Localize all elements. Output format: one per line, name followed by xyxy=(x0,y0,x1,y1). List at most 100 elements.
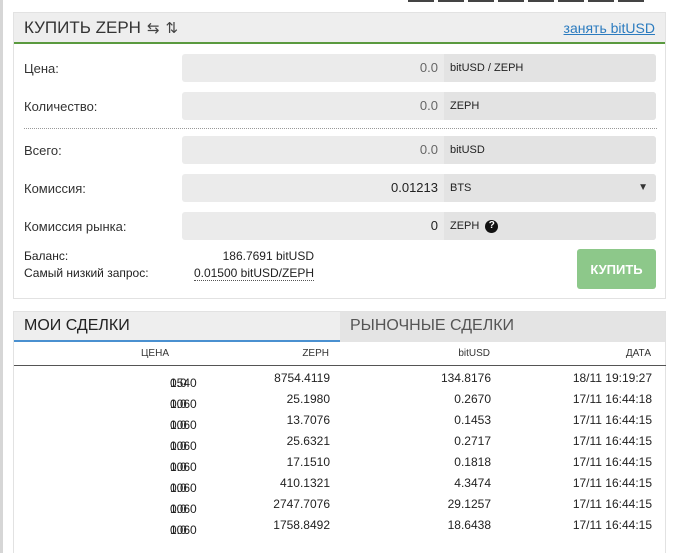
trade-bitusd: 0.1818 xyxy=(454,455,491,469)
table-row[interactable]: 0.0 1060 17.1510 0.1818 17/11 16:44:15 xyxy=(14,450,667,474)
trade-date: 17/11 16:44:15 xyxy=(572,518,652,532)
table-row[interactable]: 0.0 1060 25.6321 0.2717 17/11 16:44:15 xyxy=(14,429,667,453)
top-tab[interactable] xyxy=(438,0,464,2)
trade-zeph: 17.1510 xyxy=(286,455,330,469)
trade-date: 18/11 19:19:27 xyxy=(572,371,652,385)
lowest-ask-value[interactable]: 0.01500 bitUSD/ZEPH xyxy=(193,266,314,281)
balance-row: Баланс: 186.7691 bitUSD xyxy=(24,249,314,266)
balance-label: Баланс: xyxy=(24,249,69,263)
trade-bitusd: 0.1453 xyxy=(454,413,491,427)
price-label: Цена: xyxy=(24,61,59,76)
fee-input[interactable]: 0.01213 xyxy=(182,174,444,202)
col-price-header[interactable]: ЦЕНА xyxy=(141,348,169,359)
buy-header: КУПИТЬ ZEPH ⇆ ⇅ занять bitUSD xyxy=(14,13,665,44)
trade-date: 17/11 16:44:15 xyxy=(572,497,652,511)
borrow-link[interactable]: занять bitUSD xyxy=(564,20,655,36)
top-tab[interactable] xyxy=(468,0,494,2)
trade-zeph: 13.7076 xyxy=(286,413,330,427)
trades-panel: МОИ СДЕЛКИ РЫНОЧНЫЕ СДЕЛКИ ЦЕНА ZEPH bit… xyxy=(13,311,666,553)
lowest-ask-row: Самый низкий запрос: 0.01500 bitUSD/ZEPH xyxy=(24,266,314,283)
trade-zeph: 410.1321 xyxy=(279,476,330,490)
top-tab[interactable] xyxy=(588,0,614,2)
market-fee-label: Комиссия рынка: xyxy=(24,219,127,234)
buy-title: КУПИТЬ ZEPH ⇆ ⇅ xyxy=(24,18,178,38)
buy-panel: КУПИТЬ ZEPH ⇆ ⇅ занять bitUSD Цена: 0.0 … xyxy=(13,12,666,299)
tab-my-trades[interactable]: МОИ СДЕЛКИ xyxy=(14,312,340,342)
form-divider xyxy=(24,128,657,129)
buy-button[interactable]: КУПИТЬ xyxy=(577,249,656,289)
total-input[interactable]: 0.0 xyxy=(182,136,444,164)
market-fee-field: 0 ZEPH ? xyxy=(182,212,656,240)
table-row[interactable]: 0.0 1060 1758.8492 18.6438 17/11 16:44:15 xyxy=(14,513,667,537)
chevron-down-icon: ▼ xyxy=(638,182,648,193)
col-zeph-header[interactable]: ZEPH xyxy=(302,348,329,359)
market-fee-input: 0 xyxy=(430,218,438,233)
table-row[interactable]: 0.0 1060 2747.7076 29.1257 17/11 16:44:15 xyxy=(14,492,667,516)
top-tab[interactable] xyxy=(498,0,524,2)
table-row[interactable]: 0.0 1060 25.1980 0.2670 17/11 16:44:18 xyxy=(14,387,667,411)
trade-date: 17/11 16:44:15 xyxy=(572,434,652,448)
quantity-row: Количество: 0.0 ZEPH xyxy=(24,92,657,120)
trade-price-main: 1060 xyxy=(170,523,197,537)
top-tab[interactable] xyxy=(528,0,554,2)
exchange-page: КУПИТЬ ZEPH ⇆ ⇅ занять bitUSD Цена: 0.0 … xyxy=(0,0,675,553)
trade-bitusd: 18.6438 xyxy=(447,518,491,532)
quantity-input[interactable]: 0.0 xyxy=(182,92,444,120)
top-tab[interactable] xyxy=(408,0,434,2)
fee-asset-select[interactable]: BTS ▼ xyxy=(444,174,656,202)
total-unit: bitUSD xyxy=(444,136,656,164)
top-tab-strip xyxy=(408,0,644,3)
trade-bitusd: 0.2670 xyxy=(454,392,491,406)
quantity-label: Количество: xyxy=(24,99,98,114)
trade-zeph: 1758.8492 xyxy=(273,518,330,532)
trade-bitusd: 4.3474 xyxy=(454,476,491,490)
trade-date: 17/11 16:44:18 xyxy=(572,392,652,406)
trade-bitusd: 29.1257 xyxy=(447,497,491,511)
trade-rows: 0.0 1540 8754.4119 134.8176 18/11 19:19:27 0.… xyxy=(14,366,667,537)
trade-zeph: 8754.4119 xyxy=(274,371,330,385)
balance-value[interactable]: 186.7691 bitUSD xyxy=(223,249,314,263)
total-label: Всего: xyxy=(24,143,62,158)
price-unit: bitUSD / ZEPH xyxy=(444,54,656,82)
table-header: ЦЕНА ZEPH bitUSD ДАТА xyxy=(14,342,666,366)
balance-block: Баланс: 186.7691 bitUSD Самый низкий зап… xyxy=(24,249,314,283)
trade-bitusd: 0.2717 xyxy=(454,434,491,448)
trade-date: 17/11 16:44:15 xyxy=(572,476,652,490)
table-row[interactable]: 0.0 1060 410.1321 4.3474 17/11 16:44:15 xyxy=(14,471,667,495)
fee-asset-value: BTS xyxy=(450,182,472,194)
col-date-header[interactable]: ДАТА xyxy=(626,348,651,359)
help-icon[interactable]: ? xyxy=(485,219,499,233)
market-fee-unit: ZEPH ? xyxy=(444,212,656,240)
trade-zeph: 25.6321 xyxy=(286,434,330,448)
price-field: 0.0 bitUSD / ZEPH xyxy=(182,54,656,82)
top-tab[interactable] xyxy=(558,0,584,2)
sort-icon[interactable]: ⇅ xyxy=(166,19,179,37)
quantity-field: 0.0 ZEPH xyxy=(182,92,656,120)
total-field: 0.0 bitUSD xyxy=(182,136,656,164)
quantity-unit: ZEPH xyxy=(444,92,656,120)
table-row[interactable]: 0.0 1540 8754.4119 134.8176 18/11 19:19:27 xyxy=(14,366,667,390)
table-row[interactable]: 0.0 1060 13.7076 0.1453 17/11 16:44:15 xyxy=(14,408,667,432)
trade-bitusd: 134.8176 xyxy=(440,371,491,385)
fee-label: Комиссия: xyxy=(24,181,86,196)
trades-table: ЦЕНА ZEPH bitUSD ДАТА 0.0 1540 8754.4119 13… xyxy=(14,342,667,537)
price-input[interactable]: 0.0 xyxy=(182,54,444,82)
top-tab[interactable] xyxy=(618,0,644,2)
trade-tabs: МОИ СДЕЛКИ РЫНОЧНЫЕ СДЕЛКИ xyxy=(14,312,665,342)
total-row: Всего: 0.0 bitUSD xyxy=(24,136,657,164)
left-edge-divider xyxy=(0,0,3,553)
swap-icon[interactable]: ⇆ xyxy=(147,19,160,37)
trade-zeph: 25.1980 xyxy=(286,392,330,406)
tab-market-trades[interactable]: РЫНОЧНЫЕ СДЕЛКИ xyxy=(340,312,665,342)
market-fee-row: Комиссия рынка: 0 ZEPH ? xyxy=(24,212,657,240)
trade-date: 17/11 16:44:15 xyxy=(572,455,652,469)
buy-title-text: КУПИТЬ ZEPH xyxy=(24,17,141,37)
fee-row: Комиссия: 0.01213 BTS ▼ xyxy=(24,174,657,202)
price-row: Цена: 0.0 bitUSD / ZEPH xyxy=(24,54,657,82)
trade-date: 17/11 16:44:15 xyxy=(572,413,652,427)
market-fee-asset: ZEPH xyxy=(450,220,480,232)
trade-zeph: 2747.7076 xyxy=(273,497,330,511)
col-bitusd-header[interactable]: bitUSD xyxy=(458,348,490,359)
lowest-ask-label: Самый низкий запрос: xyxy=(24,266,149,280)
fee-field: 0.01213 BTS ▼ xyxy=(182,174,656,202)
